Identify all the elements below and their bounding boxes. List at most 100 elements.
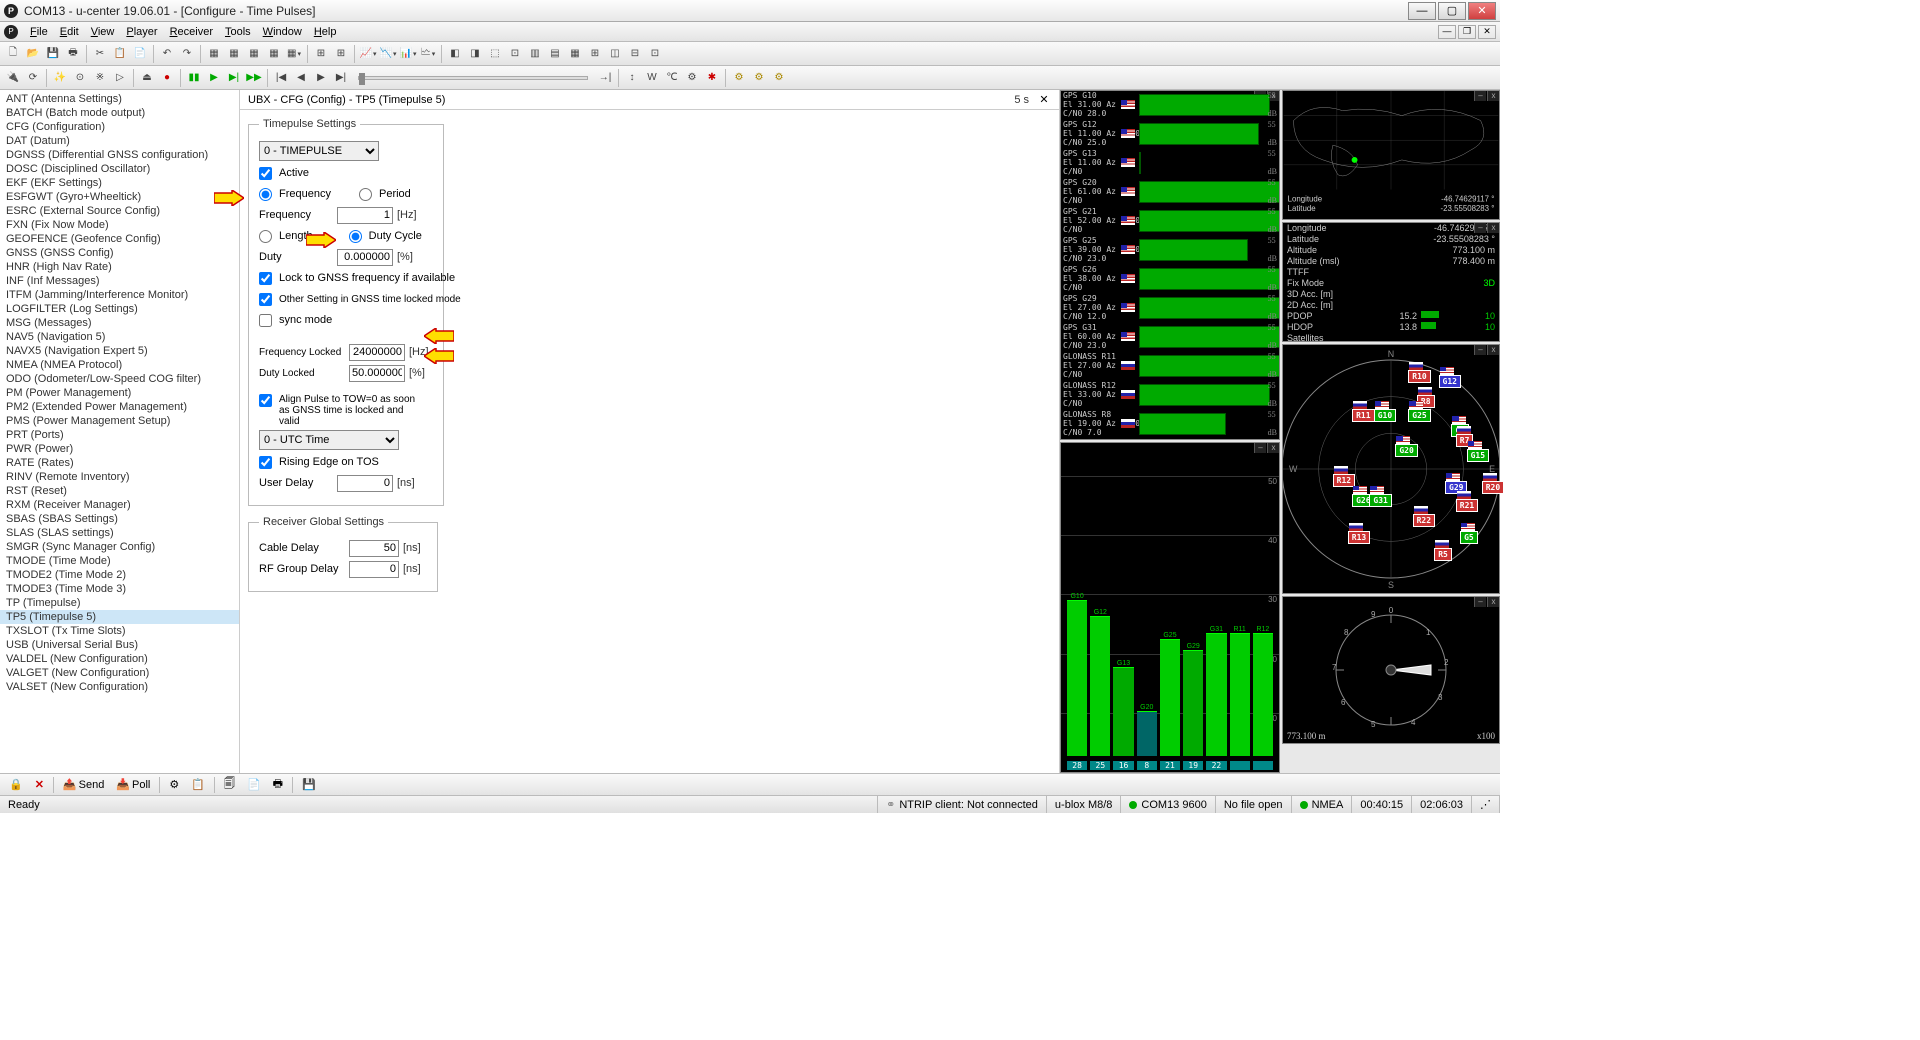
menu-view[interactable]: View — [85, 24, 121, 40]
win6-icon[interactable]: ▤ — [546, 45, 564, 63]
panel-close-icon[interactable]: ✕ — [1037, 93, 1051, 106]
sat4-icon[interactable]: ⚙ — [683, 69, 701, 87]
redo-icon[interactable]: ↷ — [178, 45, 196, 63]
copy-icon[interactable]: 📋 — [111, 45, 129, 63]
rising-edge-checkbox[interactable] — [259, 456, 272, 469]
config-item[interactable]: GNSS (GNSS Config) — [0, 246, 239, 260]
skip-start-icon[interactable]: |◀ — [272, 69, 290, 87]
win2-icon[interactable]: ◨ — [466, 45, 484, 63]
sat3-icon[interactable]: ℃ — [663, 69, 681, 87]
config-item[interactable]: MSG (Messages) — [0, 316, 239, 330]
duty-input[interactable] — [337, 249, 393, 266]
sync-mode-checkbox[interactable] — [259, 314, 272, 327]
config-item[interactable]: SMGR (Sync Manager Config) — [0, 540, 239, 554]
skip-end-icon[interactable]: ▶| — [332, 69, 350, 87]
config-item[interactable]: TP5 (Timepulse 5) — [0, 610, 239, 624]
chart4-icon[interactable]: 🗠 — [419, 45, 437, 63]
mdi-minimize[interactable]: — — [1438, 25, 1456, 39]
panel-min-icon[interactable]: – — [1474, 91, 1486, 101]
config-item[interactable]: PM (Power Management) — [0, 386, 239, 400]
play-icon[interactable]: ▶ — [205, 69, 223, 87]
panel-close-icon[interactable]: x — [1487, 223, 1499, 233]
close-button[interactable]: ✕ — [1468, 2, 1496, 20]
chart2-icon[interactable]: 📉 — [379, 45, 397, 63]
open-icon[interactable]: 📂 — [24, 45, 42, 63]
cable-delay-input[interactable] — [349, 540, 399, 557]
new-icon[interactable]: 🗋 — [4, 45, 22, 63]
config-item[interactable]: LOGFILTER (Log Settings) — [0, 302, 239, 316]
menu-edit[interactable]: Edit — [54, 24, 85, 40]
config-item[interactable]: NMEA (NMEA Protocol) — [0, 358, 239, 372]
send-button[interactable]: 📤 Send — [60, 777, 107, 792]
step-icon[interactable]: ▶| — [225, 69, 243, 87]
win4-icon[interactable]: ⊡ — [506, 45, 524, 63]
panel-close-icon[interactable]: x — [1487, 345, 1499, 355]
minimize-button[interactable]: — — [1408, 2, 1436, 20]
config-item[interactable]: DOSC (Disciplined Oscillator) — [0, 162, 239, 176]
panel-close-icon[interactable]: x — [1487, 91, 1499, 101]
dutycycle-radio[interactable] — [349, 230, 362, 243]
poll-button[interactable]: 📥 Poll — [113, 777, 153, 792]
mdi-close[interactable]: ✕ — [1478, 25, 1496, 39]
menu-tools[interactable]: Tools — [219, 24, 257, 40]
db2-icon[interactable]: ▦ — [225, 45, 243, 63]
other-locked-checkbox[interactable] — [259, 293, 272, 306]
config-item[interactable]: PRT (Ports) — [0, 428, 239, 442]
maximize-button[interactable]: ▢ — [1438, 2, 1466, 20]
save-icon[interactable]: 💾 — [44, 45, 62, 63]
config-item[interactable]: SBAS (SBAS Settings) — [0, 512, 239, 526]
config-item[interactable]: PWR (Power) — [0, 442, 239, 456]
sat5-icon[interactable]: ✱ — [703, 69, 721, 87]
config-item[interactable]: TMODE2 (Time Mode 2) — [0, 568, 239, 582]
config-item[interactable]: BATCH (Batch mode output) — [0, 106, 239, 120]
lock-icon[interactable]: 🔒 — [6, 777, 26, 792]
menu-file[interactable]: File — [24, 24, 54, 40]
win1-icon[interactable]: ◧ — [446, 45, 464, 63]
config-item[interactable]: TMODE3 (Time Mode 3) — [0, 582, 239, 596]
win7-icon[interactable]: ▦ — [566, 45, 584, 63]
config-item[interactable]: VALSET (New Configuration) — [0, 680, 239, 694]
ab-icon1[interactable]: ⚙ — [166, 777, 182, 792]
config-tree[interactable]: ANT (Antenna Settings)BATCH (Batch mode … — [0, 90, 240, 773]
config-item[interactable]: SLAS (SLAS settings) — [0, 526, 239, 540]
eject-icon[interactable]: ⏏ — [138, 69, 156, 87]
config-item[interactable]: RST (Reset) — [0, 484, 239, 498]
panel-min-icon[interactable]: – — [1474, 345, 1486, 355]
menu-window[interactable]: Window — [257, 24, 308, 40]
win9-icon[interactable]: ◫ — [606, 45, 624, 63]
config-item[interactable]: TMODE (Time Mode) — [0, 554, 239, 568]
undo-icon[interactable]: ↶ — [158, 45, 176, 63]
config-item[interactable]: NAVX5 (Navigation Expert 5) — [0, 344, 239, 358]
seek-slider[interactable] — [358, 76, 588, 80]
tri-icon[interactable]: ▷ — [111, 69, 129, 87]
conn-icon[interactable]: 🔌 — [4, 69, 22, 87]
chart1-icon[interactable]: 📈 — [359, 45, 377, 63]
menu-icon[interactable]: →| — [596, 69, 614, 87]
record-icon[interactable]: ● — [158, 69, 176, 87]
db1-icon[interactable]: ▦ — [205, 45, 223, 63]
config-item[interactable]: TP (Timepulse) — [0, 596, 239, 610]
paste-icon[interactable]: 📄 — [131, 45, 149, 63]
cut-icon[interactable]: ✂ — [91, 45, 109, 63]
period-radio[interactable] — [359, 188, 372, 201]
win5-icon[interactable]: ▥ — [526, 45, 544, 63]
ff-icon[interactable]: ▶▶ — [245, 69, 263, 87]
win8-icon[interactable]: ⊞ — [586, 45, 604, 63]
config-item[interactable]: USB (Universal Serial Bus) — [0, 638, 239, 652]
active-checkbox[interactable] — [259, 167, 272, 180]
delete-icon[interactable]: ✕ — [32, 777, 47, 792]
panel-min-icon[interactable]: – — [1474, 223, 1486, 233]
config-item[interactable]: NAV5 (Navigation 5) — [0, 330, 239, 344]
gear1-icon[interactable]: ⚙ — [730, 69, 748, 87]
utc-select[interactable]: 0 - UTC Time — [259, 430, 399, 450]
db4-icon[interactable]: ▦ — [265, 45, 283, 63]
config-item[interactable]: CFG (Configuration) — [0, 120, 239, 134]
prev-icon[interactable]: ◀ — [292, 69, 310, 87]
grid1-icon[interactable]: ⊞ — [312, 45, 330, 63]
chart3-icon[interactable]: 📊 — [399, 45, 417, 63]
win10-icon[interactable]: ⊟ — [626, 45, 644, 63]
rf-delay-input[interactable] — [349, 561, 399, 578]
ab-icon4[interactable]: 📄 — [244, 777, 264, 792]
config-item[interactable]: HNR (High Nav Rate) — [0, 260, 239, 274]
config-item[interactable]: FXN (Fix Now Mode) — [0, 218, 239, 232]
